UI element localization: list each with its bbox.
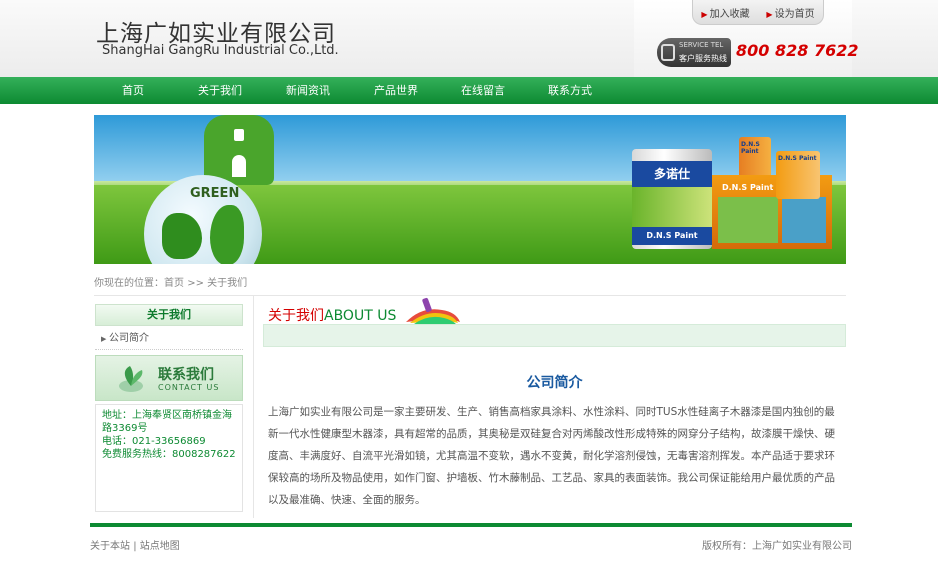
footer-sitemap-link[interactable]: 站点地图 bbox=[140, 541, 180, 552]
contact-us-cn: 联系我们 bbox=[158, 367, 214, 383]
contact-us-banner[interactable]: 联系我们 CONTACT US bbox=[95, 355, 243, 401]
green-house-image bbox=[204, 115, 274, 185]
paint-can-large: 多诺仕 D.N.S Paint bbox=[632, 149, 712, 249]
breadcrumb-separator: >> bbox=[187, 278, 204, 289]
breadcrumb-current: 关于我们 bbox=[207, 278, 248, 289]
nav-message[interactable]: 在线留言 bbox=[453, 77, 513, 104]
globe-land bbox=[162, 213, 202, 259]
triangle-right-icon: ▶ bbox=[101, 335, 107, 343]
globe-green-text: GREEN bbox=[190, 186, 240, 201]
add-favorite-link[interactable]: ▶ 加入收藏 bbox=[701, 5, 749, 20]
paint-box-picture bbox=[782, 197, 826, 243]
paint-brush-icon bbox=[406, 297, 460, 324]
top-links: ▶ 加入收藏 ▶ 设为首页 bbox=[692, 0, 824, 25]
footer-links: 关于本站 | 站点地图 bbox=[90, 537, 180, 552]
nav-contact[interactable]: 联系方式 bbox=[540, 77, 600, 104]
sidebar-title: 关于我们 bbox=[95, 304, 243, 326]
sidebar-item-label: 公司简介 bbox=[109, 333, 149, 344]
house-door bbox=[232, 155, 246, 177]
service-tel-badge: SERVICE TEL 客户服务热线 bbox=[657, 38, 731, 67]
phone-icon bbox=[661, 44, 675, 61]
column-divider bbox=[253, 296, 254, 518]
nav-products[interactable]: 产品世界 bbox=[366, 77, 426, 104]
arrow-right-icon: ▶ bbox=[766, 9, 773, 19]
house-window bbox=[234, 129, 244, 141]
paint-can-footer: D.N.S Paint bbox=[632, 227, 712, 245]
company-intro-text: 上海广如实业有限公司是一家主要研发、生产、销售高档家具涂料、水性涂料、同时TUS… bbox=[268, 406, 835, 506]
section-title: 公司简介 bbox=[526, 375, 583, 391]
about-title-bar bbox=[263, 324, 846, 347]
paint-box-label: D.N.S Paint bbox=[722, 183, 774, 192]
breadcrumb-prefix: 你现在的位置： bbox=[94, 278, 164, 289]
nav-home[interactable]: 首页 bbox=[103, 77, 163, 104]
nav-about[interactable]: 关于我们 bbox=[190, 77, 250, 104]
contact-address: 地址：上海奉贤区南桥镇金海路3369号 bbox=[102, 410, 232, 434]
footer-divider bbox=[90, 523, 852, 527]
banner: GREEN 多诺仕 D.N.S Paint D.N.S Paint D.N.S … bbox=[94, 115, 846, 264]
contact-us-en: CONTACT US bbox=[158, 383, 220, 392]
contact-tel: 电话：021-33656869 bbox=[102, 436, 206, 447]
nav-news[interactable]: 新闻资讯 bbox=[278, 77, 338, 104]
paint-can-label-art bbox=[632, 187, 712, 227]
paint-can-medium-label: D.N.S Paint bbox=[778, 155, 817, 162]
paint-can-small-label: D.N.S Paint bbox=[741, 141, 760, 155]
globe-land bbox=[210, 205, 244, 264]
logo-english: ShangHai GangRu Industrial Co.,Ltd. bbox=[102, 43, 339, 58]
breadcrumb-home[interactable]: 首页 bbox=[164, 278, 184, 289]
about-title: 关于我们ABOUT US bbox=[268, 305, 396, 325]
divider bbox=[94, 295, 846, 296]
arrow-right-icon: ▶ bbox=[701, 9, 708, 19]
about-title-cn: 关于我们 bbox=[268, 308, 324, 324]
footer-separator: | bbox=[133, 541, 137, 552]
contact-info: 地址：上海奉贤区南桥镇金海路3369号 电话：021-33656869 免费服务… bbox=[95, 404, 243, 512]
breadcrumb: 你现在的位置：首页 >> 关于我们 bbox=[94, 274, 247, 289]
service-tel-en: SERVICE TEL bbox=[679, 41, 724, 49]
contact-hotline: 免费服务热线：8008287622 bbox=[102, 449, 236, 460]
set-homepage-link[interactable]: ▶ 设为首页 bbox=[766, 5, 814, 20]
paint-box-picture bbox=[718, 197, 778, 243]
main-nav: 首页 关于我们 新闻资讯 产品世界 在线留言 联系方式 bbox=[0, 77, 938, 104]
service-tel-cn: 客户服务热线 bbox=[679, 54, 727, 63]
footer-about-link[interactable]: 关于本站 bbox=[90, 541, 130, 552]
hotline-number: 800 828 7622 bbox=[736, 41, 859, 60]
about-title-en: ABOUT US bbox=[324, 308, 397, 324]
paint-can-brand: 多诺仕 bbox=[632, 161, 712, 187]
footer-copyright: 版权所有：上海广如实业有限公司 bbox=[702, 541, 852, 552]
paint-can-medium: D.N.S Paint bbox=[776, 151, 820, 199]
globe-leaf-icon bbox=[119, 366, 143, 392]
sidebar-item-company-profile[interactable]: ▶ 公司简介 bbox=[95, 328, 243, 350]
